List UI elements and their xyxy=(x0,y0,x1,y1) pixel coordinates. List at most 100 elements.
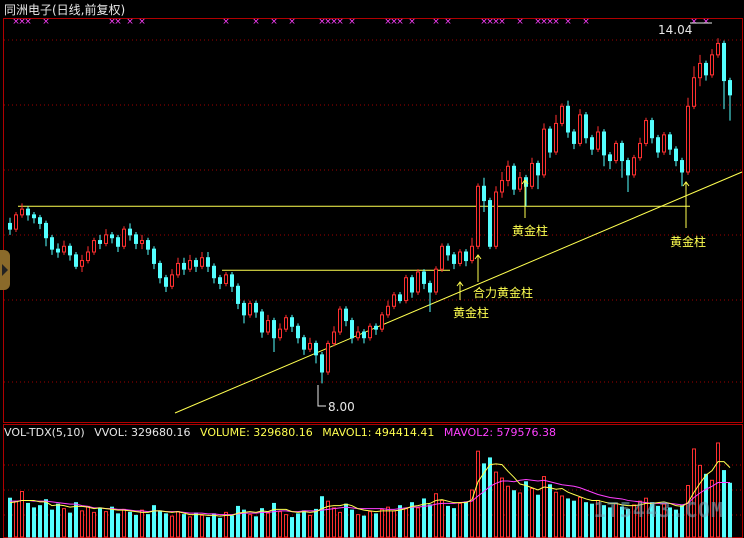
candle-body xyxy=(152,248,156,264)
volume-bar xyxy=(182,514,186,538)
volume-bar xyxy=(164,513,168,538)
candle-body xyxy=(248,302,252,316)
candle-body xyxy=(404,277,408,302)
volume-bar xyxy=(506,485,510,538)
candle-body xyxy=(494,191,498,247)
candle-body xyxy=(116,237,120,247)
volume-bar xyxy=(356,514,360,538)
signal-marker: × xyxy=(552,17,560,27)
kline-chart: ××× × ×× × × × × × × ×××× × ××× × × × ×××× × ×××× × × × × 14.… xyxy=(4,17,743,538)
candle-body xyxy=(68,245,72,256)
candle-body xyxy=(662,134,666,153)
volume-bar xyxy=(560,495,564,538)
candle-body xyxy=(698,62,702,79)
volume-bar xyxy=(542,476,546,538)
candle-body xyxy=(128,228,132,236)
volume-bar xyxy=(302,510,306,538)
candle-body xyxy=(224,274,228,284)
volume-bar xyxy=(98,507,102,538)
signal-marker: × xyxy=(270,17,278,27)
candle-body xyxy=(314,342,318,356)
side-expand-handle[interactable] xyxy=(0,250,10,290)
volume-bar xyxy=(554,491,558,538)
candle-body xyxy=(536,162,540,176)
annotations-layer: 14.048.00黄金柱合力黄金柱黄金柱黄金柱 xyxy=(317,22,712,414)
volume-bar xyxy=(200,514,204,538)
volume-bar xyxy=(206,517,210,538)
volume-header: VOL-TDX(5,10) VVOL: 329680.16 VOLUME: 32… xyxy=(4,426,562,439)
volume-bar xyxy=(32,507,36,538)
candle-body xyxy=(308,342,312,350)
candle-body xyxy=(680,160,684,173)
volume-bar xyxy=(428,504,432,538)
label-golden-1: 黄金柱 xyxy=(453,305,489,320)
candle-body xyxy=(194,260,198,267)
candle-body xyxy=(710,54,714,76)
volume-bar xyxy=(74,502,78,538)
candle-body xyxy=(674,148,678,162)
candle-body xyxy=(80,260,84,267)
candle-body xyxy=(110,234,114,239)
candle-body xyxy=(332,331,336,344)
candle-body xyxy=(56,248,60,253)
volume-bar xyxy=(272,502,276,538)
volume-bar xyxy=(512,490,516,538)
candle-body xyxy=(44,222,48,239)
volume-bar xyxy=(218,517,222,538)
watermark: 1T5443.COM xyxy=(593,498,724,522)
volume-bar xyxy=(446,505,450,538)
low-price-label: 8.00 xyxy=(328,400,355,414)
candle-body xyxy=(692,77,696,107)
signal-marker: × xyxy=(114,17,122,27)
volume-bar xyxy=(212,513,216,538)
candle-body xyxy=(380,314,384,330)
candle-body xyxy=(14,214,18,230)
label-golden-2: 黄金柱 xyxy=(512,223,548,238)
volume-bar xyxy=(380,508,384,538)
candle-body xyxy=(560,105,564,124)
volume-bar xyxy=(338,511,342,538)
volume-bar xyxy=(344,503,348,538)
volume-bar xyxy=(8,497,12,538)
candle-body xyxy=(50,237,54,250)
candle-body xyxy=(326,342,330,373)
candle-body xyxy=(668,134,672,150)
signal-marker: × xyxy=(42,17,50,27)
volume-bar xyxy=(332,507,336,538)
volume-bar xyxy=(536,494,540,538)
candle-body xyxy=(290,317,294,327)
volume-bar xyxy=(362,515,366,538)
volume-bar xyxy=(404,508,408,538)
candle-body xyxy=(254,302,258,313)
candle-body xyxy=(428,282,432,293)
signal-marker: × xyxy=(582,17,590,27)
signal-marker: × xyxy=(444,17,452,27)
candle-body xyxy=(296,325,300,339)
volume-bar xyxy=(170,515,174,538)
volume-bar xyxy=(20,490,24,538)
candle-body xyxy=(350,320,354,339)
volume-bar xyxy=(56,503,60,538)
candle-body xyxy=(476,185,480,247)
candle-body xyxy=(272,320,276,339)
candle-body xyxy=(446,245,450,256)
signal-marker: × xyxy=(126,17,134,27)
volume-bar xyxy=(38,505,42,538)
candle-body xyxy=(104,234,108,244)
volume-bar xyxy=(278,511,282,538)
candle-body xyxy=(176,262,180,276)
volume-bar xyxy=(176,511,180,538)
signal-marker: × xyxy=(24,17,32,27)
candle-body xyxy=(164,277,168,287)
volume-bar xyxy=(14,500,18,538)
volume-bar xyxy=(500,477,504,538)
candles-layer xyxy=(8,38,732,384)
candle-body xyxy=(26,208,30,216)
volume-bar xyxy=(92,511,96,538)
volume-bar xyxy=(584,502,588,538)
volume-bar xyxy=(296,513,300,538)
volume-bar xyxy=(86,505,90,538)
volume-bar xyxy=(50,509,54,538)
signal-marker: × xyxy=(222,17,230,27)
volume-bar xyxy=(566,498,570,538)
